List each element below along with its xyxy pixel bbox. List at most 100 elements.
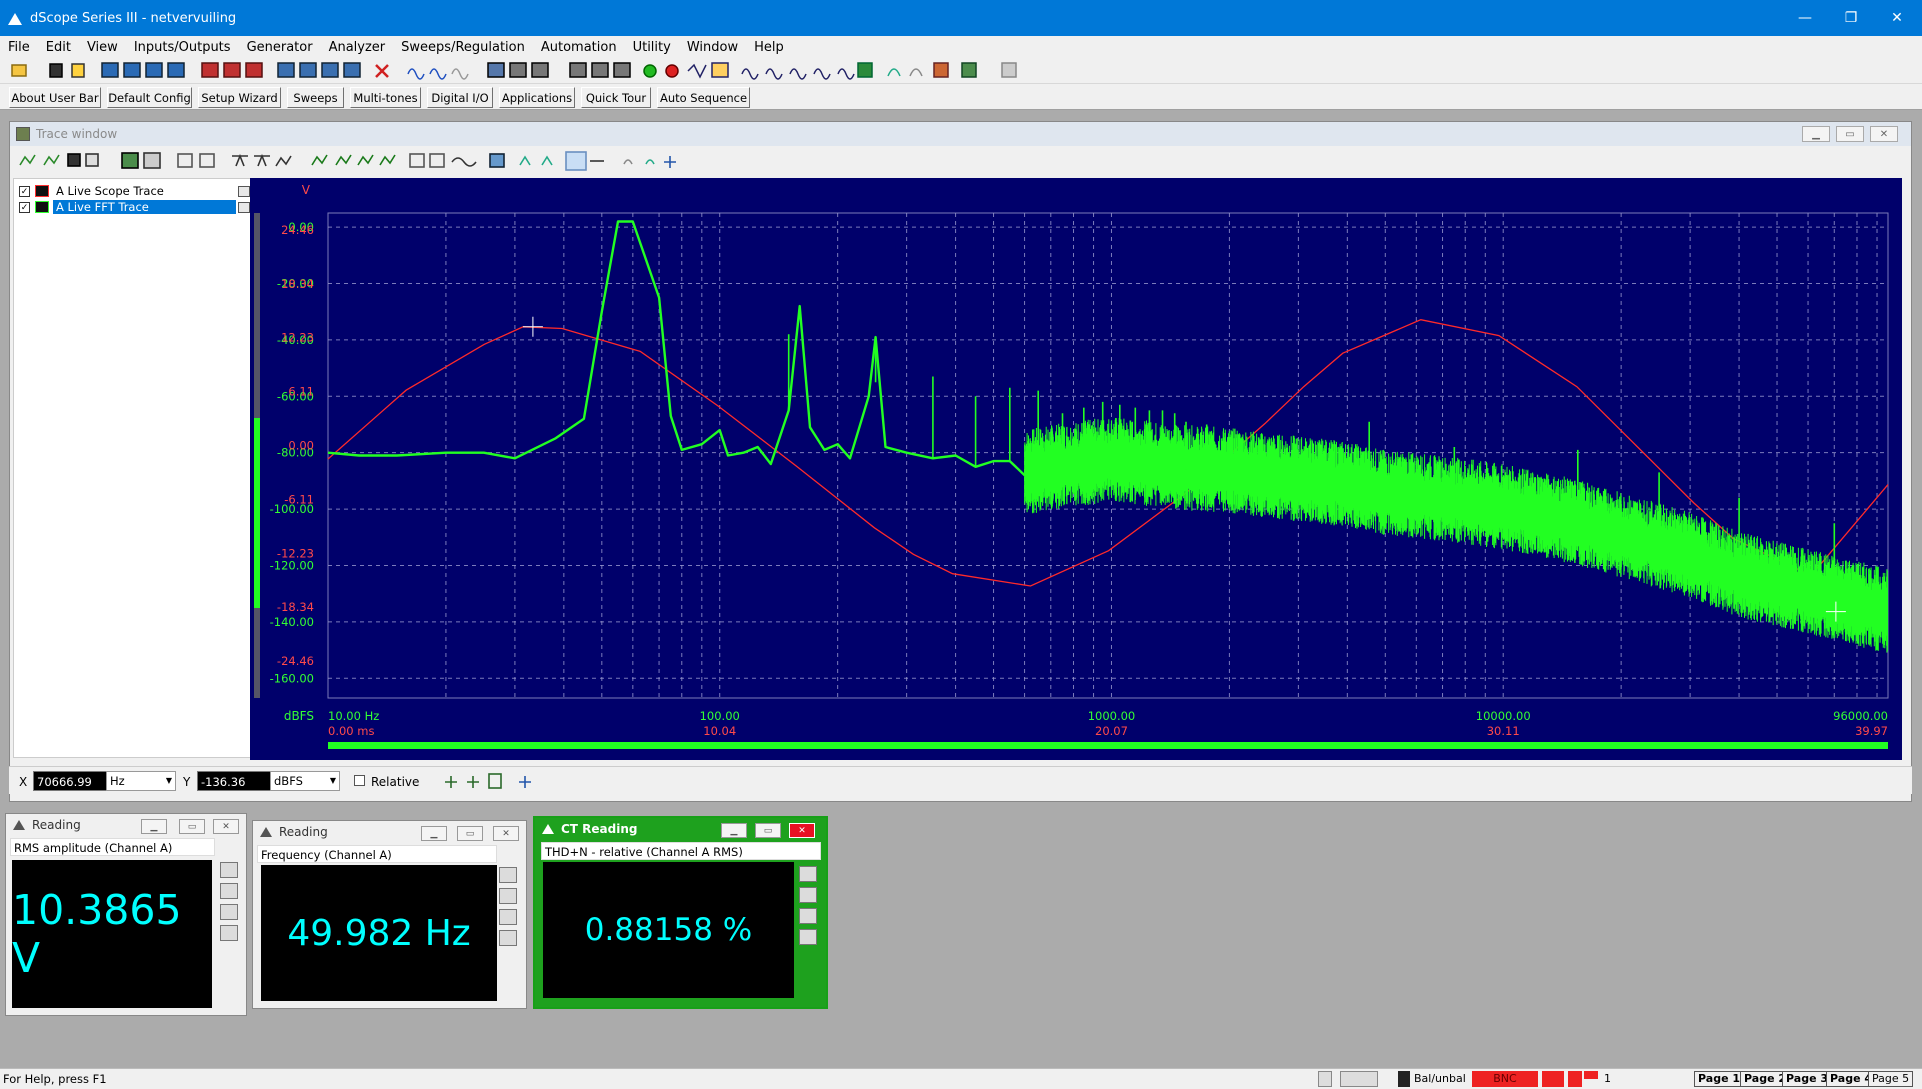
x-scroll-bar <box>328 742 1888 749</box>
menu-view[interactable]: View <box>79 40 126 55</box>
chart-icon[interactable] <box>499 909 517 925</box>
page-5-tab[interactable]: Page 5 <box>1868 1071 1914 1087</box>
reading-frequency-value: 49.982 Hz <box>261 865 497 1001</box>
reading-frequency-minimize-button[interactable]: ▁ <box>421 826 447 841</box>
digital-io-button[interactable]: Digital I/O <box>427 87 493 108</box>
trace-scope-properties-icon[interactable] <box>238 185 250 197</box>
status-red-flag <box>1584 1071 1598 1079</box>
display-icon[interactable] <box>799 866 817 882</box>
default-config-button[interactable]: Default Config <box>107 87 192 108</box>
status-channel-count: 1 <box>1604 1072 1611 1085</box>
reading-frequency-maximize-button[interactable]: ▭ <box>457 826 483 841</box>
menu-utility[interactable]: Utility <box>625 40 679 55</box>
quick-tour-button[interactable]: Quick Tour <box>581 87 651 108</box>
trace-list-item-fft[interactable]: ✓ A Live FFT Trace <box>14 199 250 215</box>
reading-window-frequency[interactable]: Reading ▁ ▭ ✕ Frequency (Channel A) 49.9… <box>252 820 527 1009</box>
status-level-indicator <box>1568 1071 1582 1087</box>
main-toolbar-icons[interactable] <box>0 58 1922 84</box>
x2-tick-label: 10.04 <box>703 724 736 738</box>
status-bnc: BNC <box>1472 1071 1538 1087</box>
y-right-tick-label: 12.23 <box>281 331 314 345</box>
reading-rms-titlebar[interactable]: Reading <box>6 814 246 836</box>
status-ch-indicator <box>1542 1071 1564 1087</box>
relative-checkbox[interactable] <box>354 775 365 786</box>
reading-thdn-close-button[interactable]: ✕ <box>789 823 815 838</box>
settings-icon[interactable] <box>799 887 817 903</box>
trace-window-toolbar <box>10 148 1911 174</box>
expand-icon[interactable] <box>799 929 817 945</box>
user-bar: About User Bar Default Config Setup Wiza… <box>0 84 1922 110</box>
cursor-x-unit-select[interactable]: Hz ▼ <box>106 771 176 791</box>
page-3-tab[interactable]: Page 3 <box>1782 1071 1833 1087</box>
reading-frequency-close-button[interactable]: ✕ <box>493 826 519 841</box>
reading-icon <box>13 820 25 830</box>
multi-tones-button[interactable]: Multi-tones <box>350 87 421 108</box>
reading-thdn-minimize-button[interactable]: ▁ <box>721 823 747 838</box>
reading-rms-tools <box>220 862 242 946</box>
trace-fft-checkbox[interactable]: ✓ <box>19 201 30 213</box>
settings-icon[interactable] <box>499 888 517 904</box>
menu-file[interactable]: File <box>0 40 38 55</box>
close-button[interactable]: ✕ <box>1874 0 1920 36</box>
trace-fft-properties-icon[interactable] <box>238 201 250 213</box>
reading-rms-minimize-button[interactable]: ▁ <box>141 819 167 834</box>
trace-window-titlebar[interactable]: Trace window ▁ ▭ ✕ <box>10 122 1911 146</box>
menu-sweeps-regulation[interactable]: Sweeps/Regulation <box>393 40 533 55</box>
display-icon[interactable] <box>220 862 238 878</box>
trace-scope-checkbox[interactable]: ✓ <box>19 185 30 197</box>
cursor-tools-icons[interactable] <box>441 770 541 794</box>
x2-tick-label: 30.11 <box>1487 724 1520 738</box>
trace-toolbar-icons[interactable] <box>10 148 710 174</box>
menu-generator[interactable]: Generator <box>239 40 321 55</box>
reading-window-thdn[interactable]: CT Reading ▁ ▭ ✕ THD+N - relative (Chann… <box>533 816 828 1009</box>
cursor-x-value[interactable]: 70666.99 <box>33 771 108 791</box>
page-1-tab[interactable]: Page 1 <box>1694 1071 1745 1087</box>
display-icon[interactable] <box>499 867 517 883</box>
scope-trace-icon <box>35 185 49 197</box>
trace-list-item-scope[interactable]: ✓ A Live Scope Trace <box>14 183 250 199</box>
settings-icon[interactable] <box>220 883 238 899</box>
reading-thdn-titlebar[interactable]: CT Reading <box>535 818 826 840</box>
relative-label: Relative <box>371 775 420 789</box>
reading-frequency-titlebar[interactable]: Reading <box>253 821 526 843</box>
reading-rms-close-button[interactable]: ✕ <box>213 819 239 834</box>
auto-sequence-button[interactable]: Auto Sequence <box>657 87 750 108</box>
setup-wizard-button[interactable]: Setup Wizard <box>198 87 281 108</box>
trace-window-maximize-button[interactable]: ▭ <box>1836 126 1864 142</box>
chart-icon[interactable] <box>220 904 238 920</box>
reading-icon <box>260 827 272 837</box>
reading-thdn-description: THD+N - relative (Channel A RMS) <box>541 842 821 860</box>
chart-icon[interactable] <box>799 908 817 924</box>
menu-window[interactable]: Window <box>679 40 746 55</box>
expand-icon[interactable] <box>499 930 517 946</box>
menu-help[interactable]: Help <box>746 40 792 55</box>
reading-thdn-tools <box>799 866 821 950</box>
status-device-icon <box>1318 1071 1332 1087</box>
cursor-y-unit-select[interactable]: dBFS ▼ <box>270 771 340 791</box>
trace-window-close-button[interactable]: ✕ <box>1870 126 1898 142</box>
x2-tick-label: 39.97 <box>1855 724 1888 738</box>
expand-icon[interactable] <box>220 925 238 941</box>
menu-edit[interactable]: Edit <box>38 40 79 55</box>
reading-window-rms[interactable]: Reading ▁ ▭ ✕ RMS amplitude (Channel A) … <box>5 813 247 1016</box>
menu-analyzer[interactable]: Analyzer <box>321 40 394 55</box>
fft-scope-chart[interactable]: 0.00-20.00-40.00-60.00-80.00-100.00-120.… <box>250 178 1902 760</box>
y-left-unit-label: dBFS <box>284 709 314 723</box>
minimize-button[interactable]: — <box>1782 0 1828 36</box>
trace-window-minimize-button[interactable]: ▁ <box>1802 126 1830 142</box>
y-scroll-thumb <box>254 418 260 608</box>
fft-noise-band <box>1024 418 1889 653</box>
sweeps-button[interactable]: Sweeps <box>287 87 344 108</box>
cursor-y-value[interactable]: -136.36 <box>197 771 272 791</box>
applications-button[interactable]: Applications <box>499 87 575 108</box>
menu-inputs-outputs[interactable]: Inputs/Outputs <box>126 40 239 55</box>
dscope-app-icon <box>8 11 22 25</box>
restore-button[interactable]: ❐ <box>1828 0 1874 36</box>
menu-automation[interactable]: Automation <box>533 40 625 55</box>
trace-graph[interactable]: 0.00 -20.00 -40.00 -60.00 -80.00 -100.00 -120.… <box>250 178 1902 760</box>
trace-fft-label: A Live FFT Trace <box>53 200 236 214</box>
reading-rms-maximize-button[interactable]: ▭ <box>179 819 205 834</box>
reading-thdn-maximize-button[interactable]: ▭ <box>755 823 781 838</box>
scope-cursor-crosshair <box>522 316 543 337</box>
about-user-bar-button[interactable]: About User Bar <box>9 87 101 108</box>
